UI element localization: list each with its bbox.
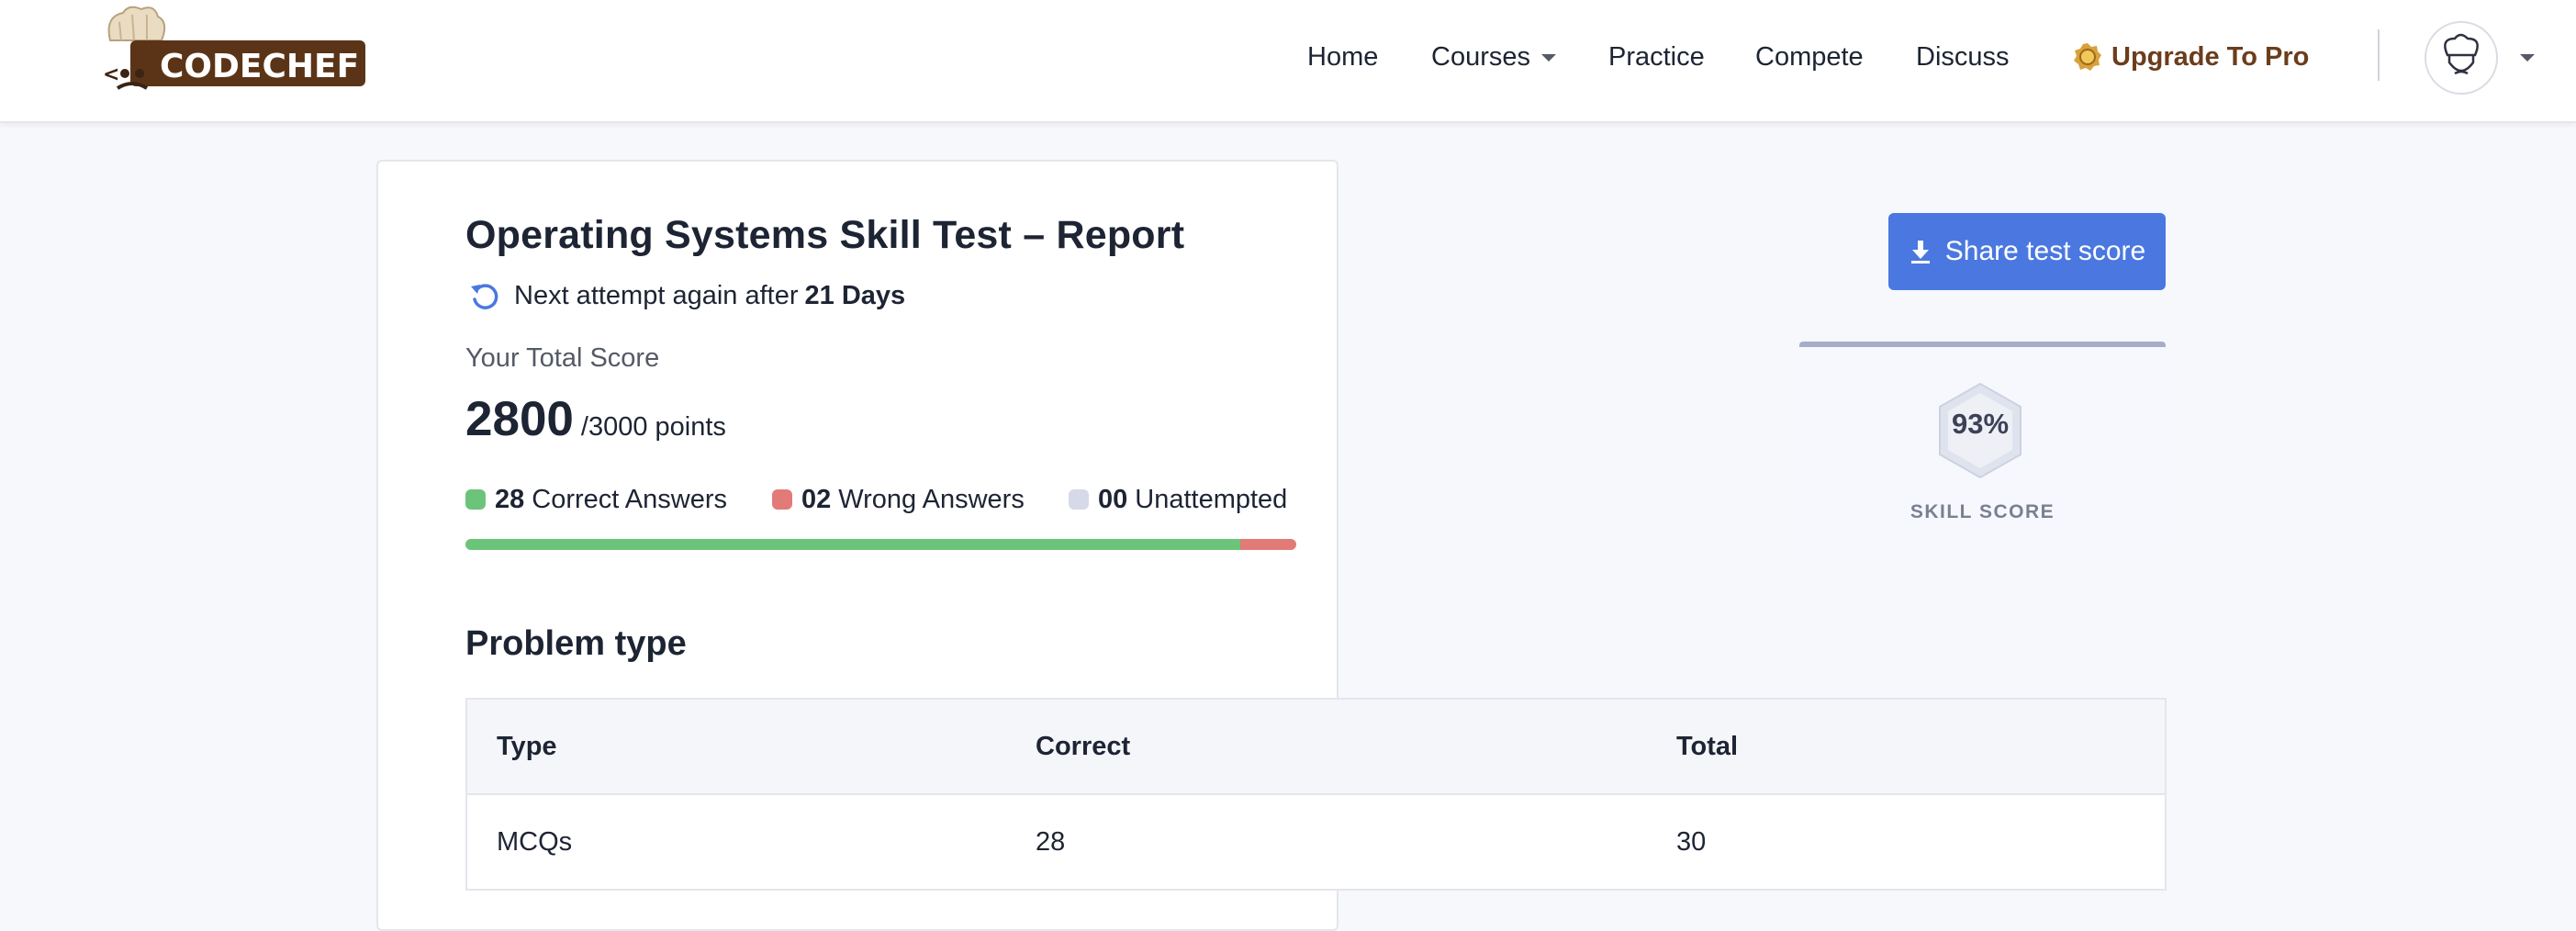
share-label: Share test score <box>1944 236 2146 266</box>
skill-caption: SKILL SCORE <box>1910 501 2055 522</box>
problem-type-title: Problem type <box>465 624 687 663</box>
user-avatar[interactable] <box>2425 21 2498 95</box>
codechef-logo[interactable]: < CODECHEF <box>97 4 373 95</box>
top-navbar: < CODECHEF Home Courses Practice Compete… <box>0 0 2576 123</box>
nav-courses[interactable]: Courses <box>1431 40 1530 73</box>
pro-badge-icon <box>2074 43 2101 71</box>
unattempted-dot-icon <box>1069 489 1089 510</box>
answers-progress-bar <box>465 539 1296 550</box>
page-title: Operating Systems Skill Test – Report <box>465 213 1185 257</box>
skill-score-card: 93% SKILL SCORE <box>1799 342 2166 555</box>
skill-percent: 93% <box>1951 408 2010 440</box>
legend-wrong: 02 Wrong Answers <box>772 483 1025 516</box>
nav-divider <box>2378 29 2380 81</box>
cell-type: MCQs <box>466 794 1006 891</box>
total-score-label: Your Total Score <box>465 343 660 373</box>
upgrade-to-pro-link[interactable]: Upgrade To Pro <box>2073 40 2309 73</box>
unattempted-label: Unattempted <box>1135 484 1288 514</box>
courses-chevron-down-icon[interactable] <box>1541 54 1556 62</box>
next-attempt-info: Next attempt again after 21 Days <box>468 278 905 313</box>
wrong-dot-icon <box>772 489 792 510</box>
chef-avatar-icon <box>2444 33 2479 75</box>
share-test-score-button[interactable]: Share test score <box>1888 213 2166 290</box>
column-header-type: Type <box>466 699 1006 795</box>
retry-icon <box>471 284 498 309</box>
total-score: 2800 /3000 points <box>465 391 726 447</box>
progress-wrong-segment <box>1240 539 1296 550</box>
problem-type-table: Type Correct Total MCQs 28 30 <box>465 698 2167 891</box>
column-header-total: Total <box>1647 699 2166 795</box>
legend-unattempted: 00 Unattempted <box>1069 483 1287 516</box>
cell-total: 30 <box>1647 794 2166 891</box>
column-header-correct: Correct <box>1006 699 1647 795</box>
table-row: MCQs 28 30 <box>466 794 2166 891</box>
download-icon <box>1910 241 1930 264</box>
account-chevron-down-icon[interactable] <box>2520 54 2535 62</box>
score-value: 2800 <box>465 392 574 446</box>
correct-label: Correct Answers <box>532 484 727 514</box>
nav-compete[interactable]: Compete <box>1755 40 1864 73</box>
next-attempt-value: 21 Days <box>804 280 906 310</box>
nav-discuss[interactable]: Discuss <box>1916 40 2010 73</box>
next-attempt-text: Next attempt again after <box>514 280 799 310</box>
score-max: /3000 points <box>580 412 726 442</box>
wrong-count: 02 <box>801 484 832 514</box>
nav-home[interactable]: Home <box>1307 40 1378 73</box>
legend-correct: 28 Correct Answers <box>465 483 727 516</box>
nav-practice[interactable]: Practice <box>1608 40 1705 73</box>
unattempted-count: 00 <box>1098 484 1128 514</box>
cell-correct: 28 <box>1006 794 1647 891</box>
svg-text:<: < <box>103 63 119 86</box>
table-header-row: Type Correct Total <box>466 699 2166 795</box>
wrong-label: Wrong Answers <box>838 484 1025 514</box>
correct-count: 28 <box>495 484 525 514</box>
upgrade-label: Upgrade To Pro <box>2111 41 2310 72</box>
correct-dot-icon <box>465 489 486 510</box>
logo-wordmark: CODECHEF <box>160 48 359 85</box>
progress-correct-segment <box>465 539 1241 550</box>
